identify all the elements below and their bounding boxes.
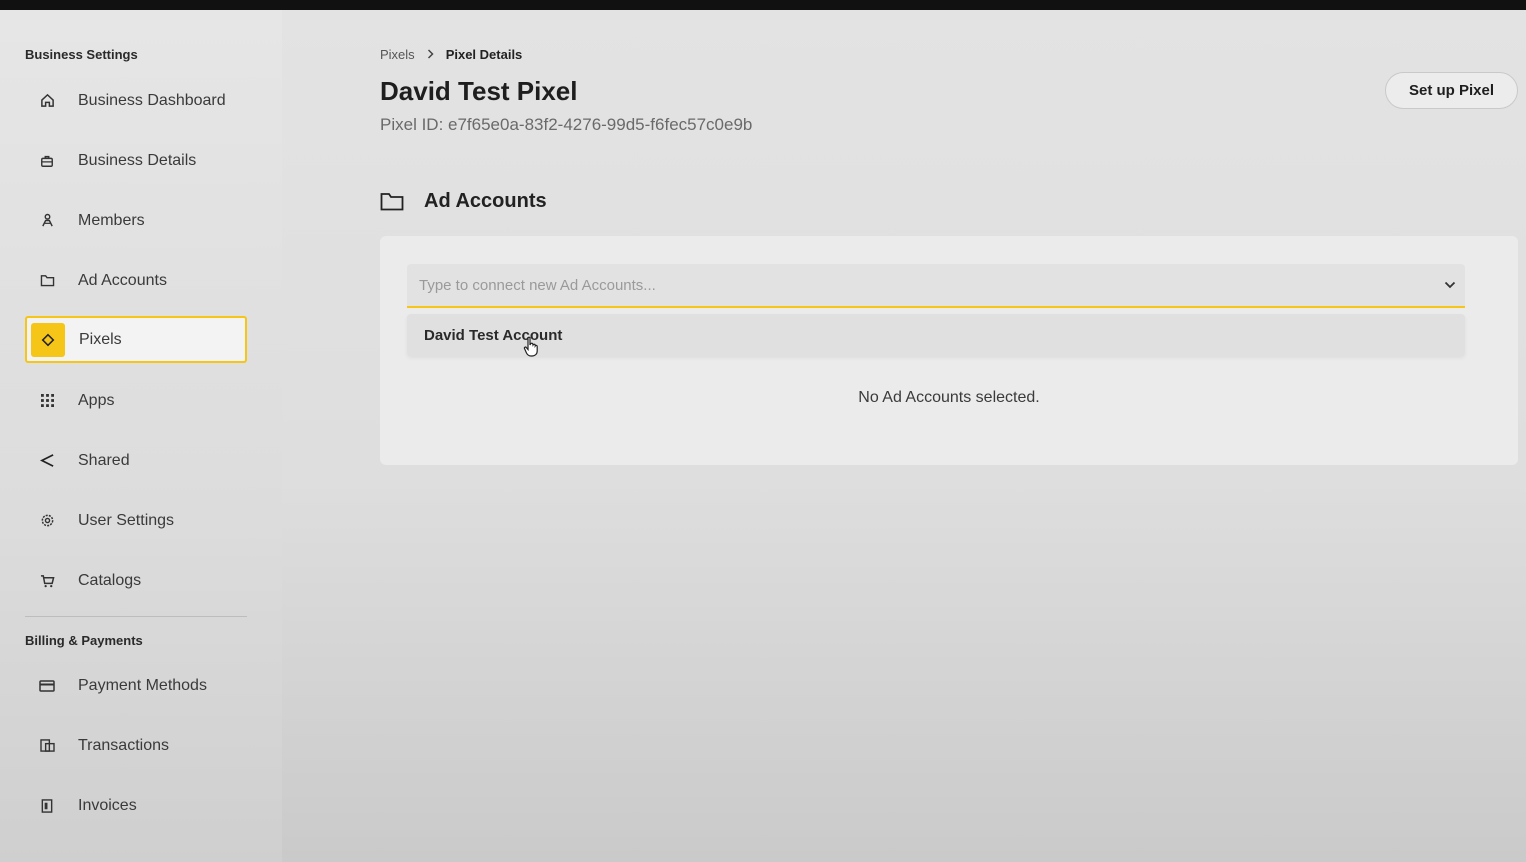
gear-icon — [30, 504, 64, 538]
folder-icon — [30, 264, 64, 298]
briefcase-icon — [30, 144, 64, 178]
sidebar-item-payment-methods[interactable]: Payment Methods — [25, 662, 247, 709]
cart-icon — [30, 564, 64, 598]
breadcrumb-pixels-link[interactable]: Pixels — [380, 47, 415, 62]
sidebar-item-label: Pixels — [79, 330, 122, 348]
chevron-down-icon[interactable] — [1435, 281, 1465, 289]
page-title: David Test Pixel — [380, 76, 578, 106]
sidebar-divider — [25, 616, 247, 617]
card-icon — [30, 669, 64, 703]
diamond-icon — [31, 322, 65, 357]
grid-icon — [30, 384, 64, 418]
sidebar-item-label: Transactions — [78, 736, 169, 754]
dropdown-option-david-test-account[interactable]: David Test Account — [407, 314, 1465, 356]
pixel-id-text: Pixel ID: e7f65e0a-83f2-4276-99d5-f6fec5… — [380, 115, 753, 134]
sidebar-item-members[interactable]: Members — [25, 197, 247, 244]
ad-accounts-heading: Ad Accounts — [424, 190, 547, 212]
sidebar-item-label: Shared — [78, 451, 130, 469]
sidebar-item-label: Payment Methods — [78, 676, 207, 694]
sidebar-item-label: Members — [78, 211, 145, 229]
invoice-icon — [30, 789, 64, 823]
sidebar-item-label: Catalogs — [78, 571, 142, 589]
ad-accounts-card: David Test Account No Ad Accounts select… — [380, 236, 1518, 465]
main-content: Pixels Pixel Details David Test Pixel Pi… — [282, 10, 1526, 862]
sidebar-item-label: Business Details — [78, 151, 197, 169]
sidebar-item-apps[interactable]: Apps — [25, 377, 247, 424]
sidebar-item-ad-accounts[interactable]: Ad Accounts — [25, 257, 247, 304]
chevron-right-icon — [427, 48, 434, 62]
sidebar-item-shared[interactable]: Shared — [25, 437, 247, 484]
sidebar-item-label: Ad Accounts — [78, 271, 167, 289]
sidebar-item-business-details[interactable]: Business Details — [25, 137, 247, 184]
set-up-pixel-button[interactable]: Set up Pixel — [1385, 72, 1518, 109]
empty-state-text: No Ad Accounts selected. — [858, 389, 1040, 406]
billing-payments-title: Billing & Payments — [25, 633, 143, 648]
ad-accounts-search-input[interactable] — [407, 276, 1435, 294]
ad-accounts-combobox[interactable] — [407, 264, 1465, 308]
breadcrumb-current: Pixel Details — [445, 47, 523, 62]
sidebar-item-business-dashboard[interactable]: Business Dashboard — [25, 77, 247, 124]
sidebar-item-invoices[interactable]: Invoices — [25, 782, 247, 829]
ad-accounts-section-header: Ad Accounts — [380, 190, 547, 213]
sidebar-item-pixels[interactable]: Pixels — [25, 316, 247, 363]
sidebar-item-label: Invoices — [78, 796, 137, 814]
sidebar-item-label: User Settings — [78, 511, 175, 529]
folder-icon — [380, 191, 406, 213]
hand-pointer-cursor-icon — [522, 336, 542, 363]
sidebar-item-catalogs[interactable]: Catalogs — [25, 557, 247, 604]
breadcrumb: Pixels Pixel Details — [380, 47, 522, 62]
sidebar-item-transactions[interactable]: Transactions — [25, 722, 247, 769]
sidebar-item-user-settings[interactable]: User Settings — [25, 497, 247, 544]
home-icon — [30, 84, 64, 118]
members-icon — [30, 204, 64, 238]
share-icon — [30, 444, 64, 478]
sidebar-item-label: Apps — [78, 391, 115, 409]
sidebar-item-label: Business Dashboard — [78, 91, 226, 109]
transactions-icon — [30, 729, 64, 763]
top-bar — [0, 0, 1526, 10]
ad-accounts-dropdown: David Test Account — [407, 314, 1465, 356]
business-settings-title: Business Settings — [25, 47, 138, 62]
sidebar: Business Settings Business Dashboard Bus… — [0, 10, 282, 862]
